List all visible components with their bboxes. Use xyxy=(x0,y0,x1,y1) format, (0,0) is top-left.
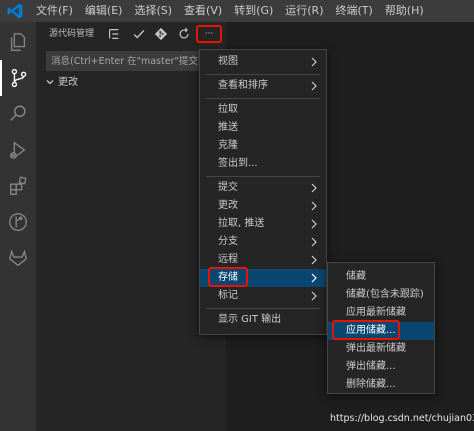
submenu-item-stash[interactable]: 储藏 xyxy=(328,268,434,286)
menu-item-label: 应用最新储藏 xyxy=(346,307,406,318)
chevron-right-icon xyxy=(311,57,317,67)
run-debug-button[interactable] xyxy=(0,132,36,168)
menu-item-checkout[interactable]: 签出到... xyxy=(200,155,326,173)
search-icon xyxy=(10,105,26,121)
submenu-item-stash-untracked[interactable]: 储藏(包含未跟踪) xyxy=(328,286,434,304)
refresh-icon xyxy=(179,27,189,39)
submenu-item-drop-stash[interactable]: 删除储藏... xyxy=(328,376,434,394)
extensions-icon xyxy=(9,176,27,195)
menu-item-view[interactable]: 视图 xyxy=(200,53,326,71)
menu-item-label: 拉取 xyxy=(218,104,238,115)
activity-bar xyxy=(0,22,36,431)
search-button[interactable] xyxy=(0,96,36,132)
menu-bar: 文件(F) 编辑(E) 选择(S) 查看(V) 转到(G) 运行(R) 终端(T… xyxy=(30,0,430,22)
submenu-item-pop-stash[interactable]: 弹出储藏... xyxy=(328,358,434,376)
refresh-button[interactable] xyxy=(174,24,194,44)
menu-terminal[interactable]: 终端(T) xyxy=(330,0,379,22)
menu-file[interactable]: 文件(F) xyxy=(30,0,79,22)
menu-view[interactable]: 查看(V) xyxy=(178,0,228,22)
menu-item-pull[interactable]: 拉取 xyxy=(200,101,326,119)
more-actions-button[interactable]: ··· xyxy=(196,25,222,43)
menu-item-branch[interactable]: 分支 xyxy=(200,233,326,251)
menu-item-label: 弹出最新储藏 xyxy=(346,343,406,354)
menu-item-label: 弹出储藏... xyxy=(346,361,396,372)
gitlab-button[interactable] xyxy=(0,240,36,276)
panel-title: 源代码管理 xyxy=(49,29,95,39)
menu-item-label: 查看和排序 xyxy=(218,80,268,91)
menu-item-clone[interactable]: 克隆 xyxy=(200,137,326,155)
menu-go[interactable]: 转到(G) xyxy=(228,0,279,22)
files-icon xyxy=(10,33,26,51)
menu-edit[interactable]: 编辑(E) xyxy=(79,0,129,22)
menu-item-label: 推送 xyxy=(218,122,238,133)
menu-run[interactable]: 运行(R) xyxy=(279,0,329,22)
view-as-tree-button[interactable] xyxy=(104,24,124,44)
menu-item-view-sort[interactable]: 查看和排序 xyxy=(200,77,326,95)
menu-item-label: 标记 xyxy=(218,290,238,301)
changes-group-header[interactable]: 更改 xyxy=(36,74,226,92)
source-control-icon xyxy=(11,68,27,88)
list-tree-icon xyxy=(109,29,119,39)
menu-separator xyxy=(206,98,320,99)
extensions-button[interactable] xyxy=(0,168,36,204)
check-icon xyxy=(133,30,145,39)
menu-item-label: 克隆 xyxy=(218,140,238,151)
ellipsis-icon: ··· xyxy=(204,29,214,39)
scm-header: 源代码管理 ··· xyxy=(36,22,226,46)
menu-item-label: 远程 xyxy=(218,254,238,265)
commit-message-input[interactable] xyxy=(46,51,220,71)
vscode-logo-icon xyxy=(7,3,23,19)
apply-stash-highlight-box xyxy=(332,320,400,340)
chevron-right-icon xyxy=(311,219,317,229)
scm-more-actions-menu: 视图 查看和排序 拉取 推送 克隆 签出到... 提交 更改 拉取, 推送 分支… xyxy=(199,49,327,335)
menu-item-label: 分支 xyxy=(218,236,238,247)
submenu-item-pop-latest-stash[interactable]: 弹出最新储藏 xyxy=(328,340,434,358)
menu-item-label: 视图 xyxy=(218,56,238,67)
explorer-button[interactable] xyxy=(0,24,36,60)
commit-button[interactable] xyxy=(129,24,149,44)
chevron-right-icon xyxy=(311,81,317,91)
git-graph-icon xyxy=(9,213,27,231)
chevron-down-icon xyxy=(46,80,54,85)
stash-submenu: 储藏 储藏(包含未跟踪) 应用最新储藏 应用储藏... 弹出最新储藏 弹出储藏.… xyxy=(327,262,435,394)
chevron-right-icon xyxy=(311,273,317,283)
menu-item-show-git-output[interactable]: 显示 GIT 输出 xyxy=(200,311,326,329)
changes-label: 更改 xyxy=(58,77,78,88)
source-control-panel: 源代码管理 ··· 消息(Ctrl+Enter 在"master"提交) 更改 xyxy=(36,22,226,431)
menu-item-label: 签出到... xyxy=(218,158,258,169)
chevron-right-icon xyxy=(311,201,317,211)
watermark-text: https://blog.csdn.net/chujian0325 xyxy=(330,413,474,424)
menu-item-label: 储藏(包含未跟踪) xyxy=(346,289,424,300)
menu-item-changes[interactable]: 更改 xyxy=(200,197,326,215)
stash-highlight-box xyxy=(208,267,248,287)
menu-separator xyxy=(206,74,320,75)
menu-item-commit[interactable]: 提交 xyxy=(200,179,326,197)
menu-item-tags[interactable]: 标记 xyxy=(200,287,326,305)
menu-item-label: 显示 GIT 输出 xyxy=(218,314,282,325)
title-bar: 文件(F) 编辑(E) 选择(S) 查看(V) 转到(G) 运行(R) 终端(T… xyxy=(0,0,474,22)
gitlab-icon xyxy=(8,249,28,267)
chevron-right-icon xyxy=(311,291,317,301)
git-graph-button[interactable] xyxy=(0,204,36,240)
git-diamond-icon xyxy=(154,27,168,41)
menu-separator xyxy=(206,176,320,177)
menu-help[interactable]: 帮助(H) xyxy=(379,0,430,22)
menu-item-label: 拉取, 推送 xyxy=(218,218,265,229)
menu-item-push[interactable]: 推送 xyxy=(200,119,326,137)
menu-separator xyxy=(206,308,320,309)
git-actions-button[interactable] xyxy=(151,24,171,44)
chevron-right-icon xyxy=(311,255,317,265)
menu-item-label: 储藏 xyxy=(346,271,366,282)
menu-item-label: 更改 xyxy=(218,200,238,211)
menu-item-label: 提交 xyxy=(218,182,238,193)
menu-selection[interactable]: 选择(S) xyxy=(128,0,178,22)
chevron-right-icon xyxy=(311,237,317,247)
run-debug-icon xyxy=(9,141,26,159)
menu-item-label: 删除储藏... xyxy=(346,379,396,390)
source-control-button[interactable] xyxy=(0,60,36,96)
chevron-right-icon xyxy=(311,183,317,193)
menu-item-pull-push[interactable]: 拉取, 推送 xyxy=(200,215,326,233)
